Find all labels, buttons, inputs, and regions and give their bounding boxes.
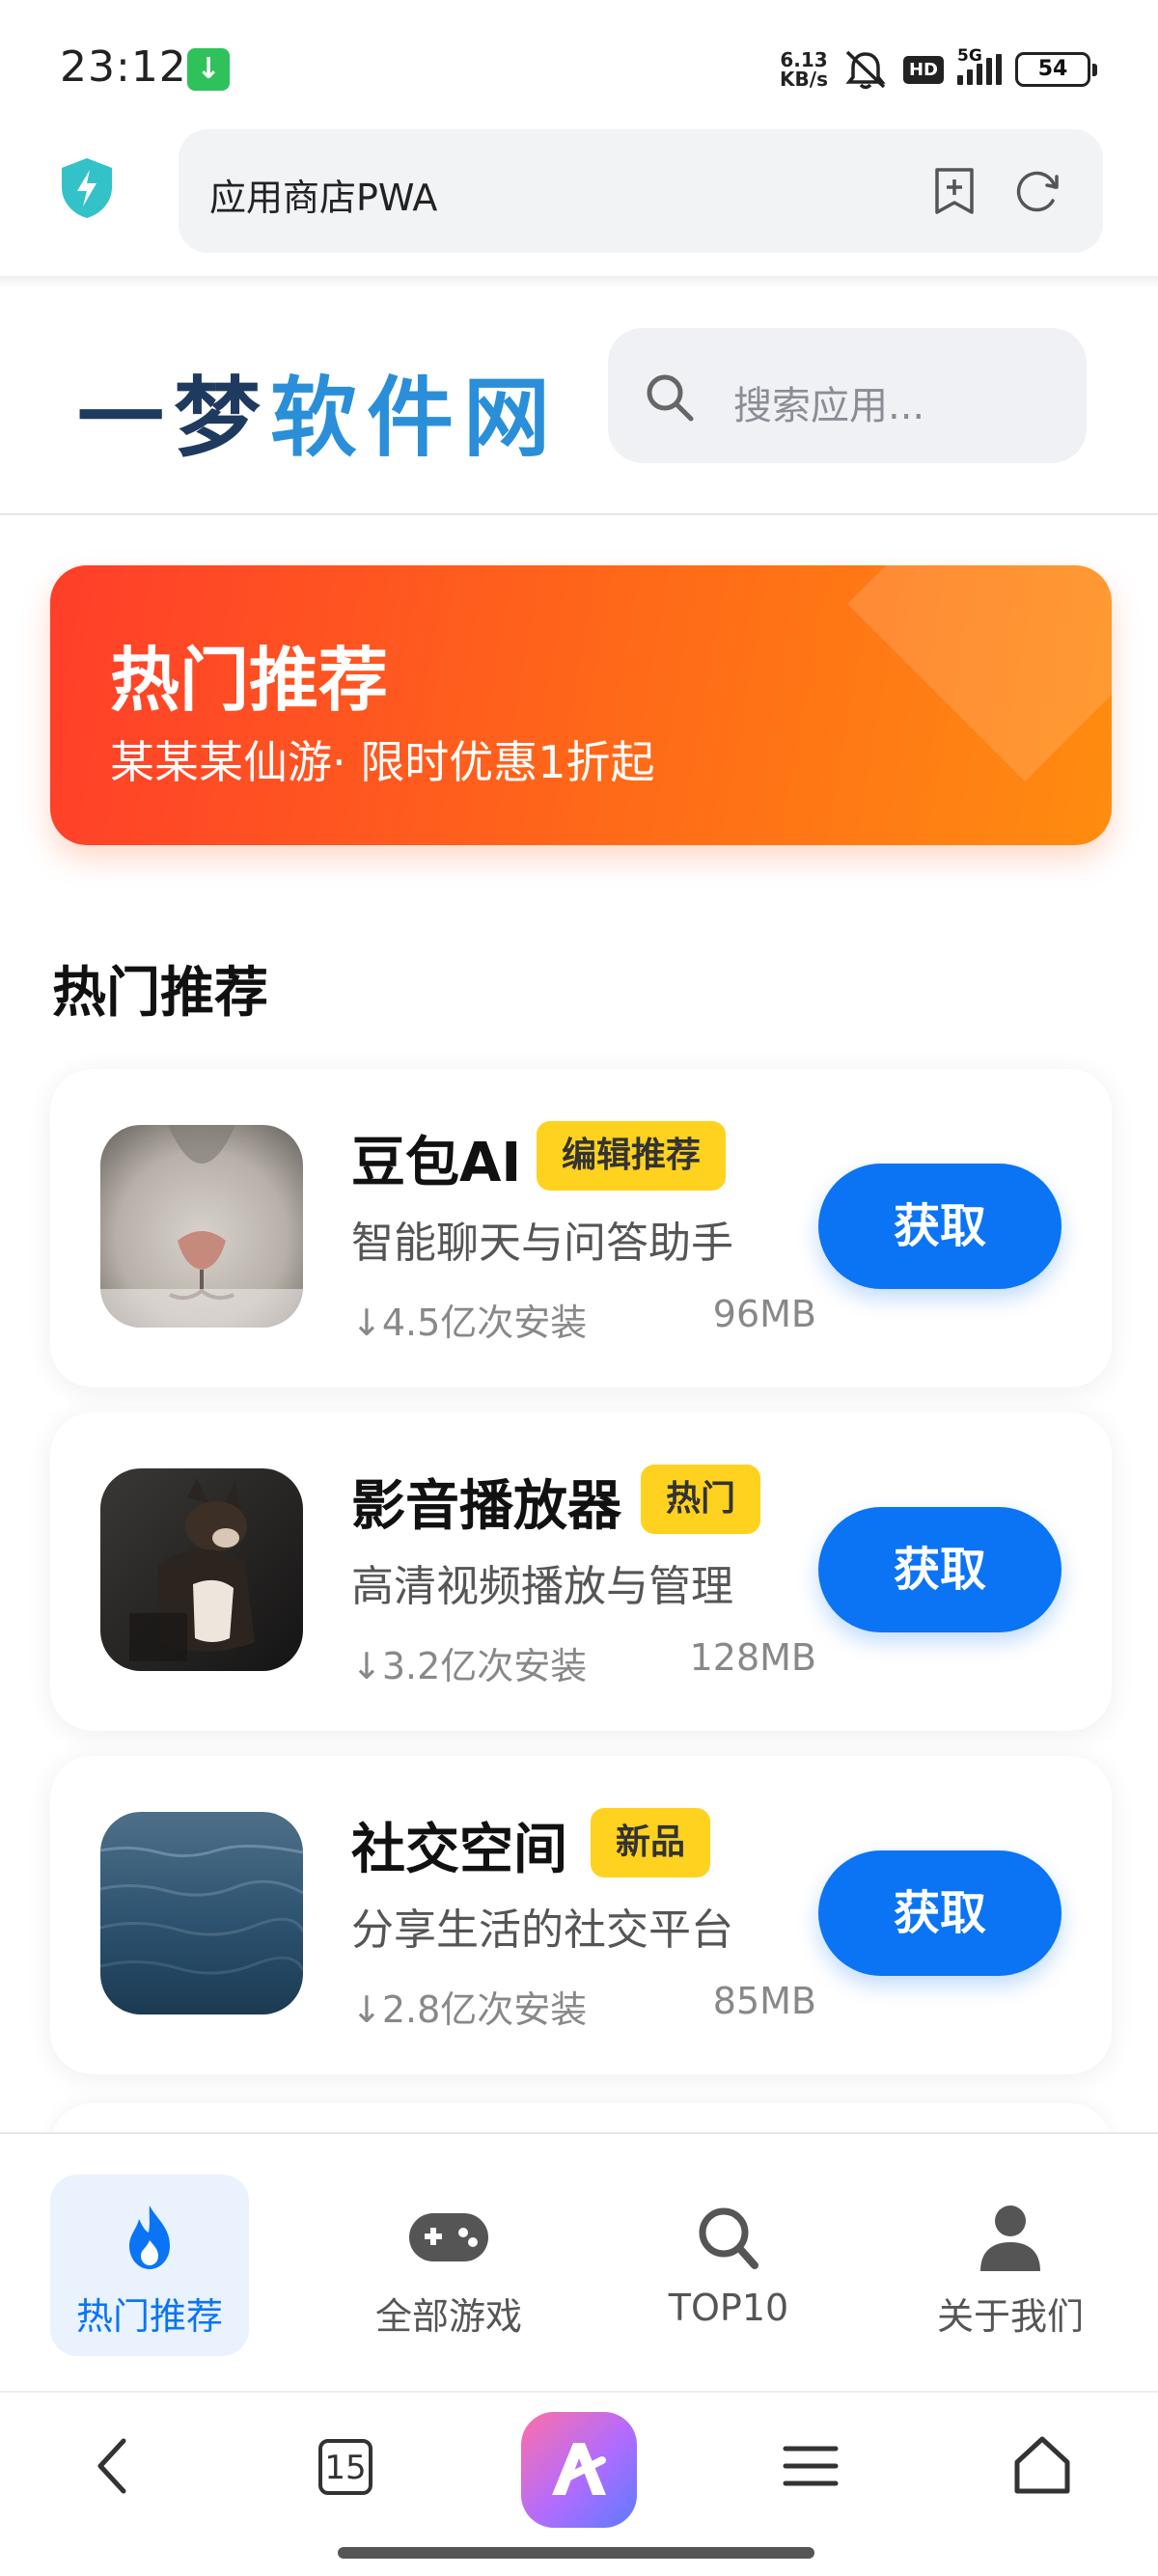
add-bookmark-icon[interactable]	[931, 166, 978, 216]
status-time: 23:12	[60, 42, 187, 92]
banner-title: 热门推荐	[110, 640, 389, 721]
net-speed-unit: KB/s	[780, 68, 828, 91]
ai-logo-icon	[552, 2443, 606, 2495]
net-speed-value: 6.13	[780, 48, 828, 71]
search-input[interactable]: 搜索应用...	[608, 328, 1087, 463]
browser-address-row: 应用商店PWA	[0, 125, 1158, 280]
signal-icon: 5G	[957, 46, 1002, 85]
mute-bell-icon	[845, 50, 886, 90]
nav-label: 热门推荐	[75, 2295, 223, 2338]
bottom-nav: 热门推荐 全部游戏 TOP10 关于我们	[0, 2132, 1158, 2391]
app-name: 豆包AI	[351, 1132, 522, 1194]
battery-icon: 54	[1015, 52, 1097, 87]
nav-about-us[interactable]: 关于我们	[911, 2175, 1110, 2356]
app-install-count: ↓2.8亿次安装	[351, 1988, 588, 2031]
download-notification-icon: ↓	[187, 48, 230, 91]
address-bar[interactable]: 应用商店PWA	[179, 129, 1103, 253]
app-card[interactable]: 影音播放器 热门 高清视频播放与管理 ↓3.2亿次安装 128MB 获取	[50, 1412, 1112, 1731]
back-icon[interactable]	[75, 2427, 152, 2505]
divider	[0, 276, 1158, 288]
gesture-bar[interactable]	[338, 2547, 814, 2559]
search-placeholder: 搜索应用...	[733, 384, 925, 428]
site-header: 一梦软件网 搜索应用...	[0, 288, 1158, 515]
search-icon	[699, 2207, 758, 2269]
ocean-photo	[100, 1812, 303, 2014]
search-icon	[647, 374, 694, 422]
app-tag-badge: 新品	[591, 1808, 711, 1877]
app-card[interactable]: 豆包AI 编辑推荐 智能聊天与问答助手 ↓4.5亿次安装 96MB 获取	[50, 1069, 1112, 1387]
hd-badge: HD	[902, 55, 944, 84]
nav-label: 全部游戏	[374, 2295, 522, 2338]
section-title: 热门推荐	[52, 962, 268, 1025]
app-description: 高清视频播放与管理	[351, 1562, 733, 1611]
home-icon[interactable]	[1004, 2427, 1081, 2505]
network-type: 5G	[957, 46, 982, 66]
nav-label: 关于我们	[936, 2295, 1084, 2338]
reload-icon[interactable]	[1012, 166, 1062, 216]
get-button[interactable]: 获取	[818, 1164, 1062, 1289]
app-install-count: ↓3.2亿次安装	[351, 1645, 588, 1687]
cat-nose-photo	[100, 1125, 303, 1328]
net-speed: 6.13 KB/s	[780, 50, 828, 89]
nav-top10[interactable]: TOP10	[629, 2175, 828, 2356]
app-size: 128MB	[689, 1636, 816, 1679]
ai-assistant-button[interactable]	[521, 2412, 637, 2528]
app-tag-badge: 编辑推荐	[537, 1121, 727, 1191]
app-name: 社交空间	[351, 1819, 567, 1881]
tabs-button[interactable]: 15	[318, 2439, 372, 2495]
battery-level: 54	[1037, 57, 1068, 81]
dog-photo	[100, 1468, 303, 1671]
status-icons: 6.13 KB/s HD 5G 54	[780, 44, 1097, 95]
site-logo[interactable]: 一梦软件网	[77, 347, 560, 473]
app-size: 96MB	[712, 1293, 816, 1335]
menu-icon[interactable]	[772, 2427, 849, 2505]
page-title: 应用商店PWA	[209, 177, 438, 219]
banner-subtitle: 某某某仙游· 限时优惠1折起	[110, 736, 655, 788]
shield-icon[interactable]	[58, 156, 116, 220]
nav-hot-recommend[interactable]: 热门推荐	[50, 2175, 249, 2356]
app-card[interactable]: 社交空间 新品 分享生活的社交平台 ↓2.8亿次安装 85MB 获取	[50, 1756, 1112, 2074]
nav-all-games[interactable]: 全部游戏	[349, 2175, 548, 2356]
get-button[interactable]: 获取	[818, 1850, 1062, 1976]
logo-text-blue: 软件网	[270, 368, 560, 469]
app-name: 影音播放器	[351, 1475, 621, 1538]
logo-text-dark: 一梦	[77, 368, 270, 469]
promo-banner[interactable]: 热门推荐 某某某仙游· 限时优惠1折起	[50, 565, 1112, 845]
app-description: 智能聊天与问答助手	[351, 1219, 733, 1268]
app-install-count: ↓4.5亿次安装	[351, 1302, 588, 1344]
status-bar: 23:12 ↓ 6.13 KB/s HD 5G 54	[0, 0, 1158, 125]
gamepad-icon	[409, 2213, 488, 2261]
app-description: 分享生活的社交平台	[351, 1905, 733, 1955]
browser-toolbar: 15	[0, 2391, 1158, 2576]
banner-decoration	[847, 565, 1112, 781]
flame-icon	[129, 2206, 170, 2269]
user-icon	[980, 2206, 1040, 2271]
app-size: 85MB	[712, 1980, 816, 2022]
get-button[interactable]: 获取	[818, 1507, 1062, 1632]
app-tag-badge: 热门	[641, 1465, 761, 1534]
nav-label: TOP10	[668, 2287, 789, 2329]
